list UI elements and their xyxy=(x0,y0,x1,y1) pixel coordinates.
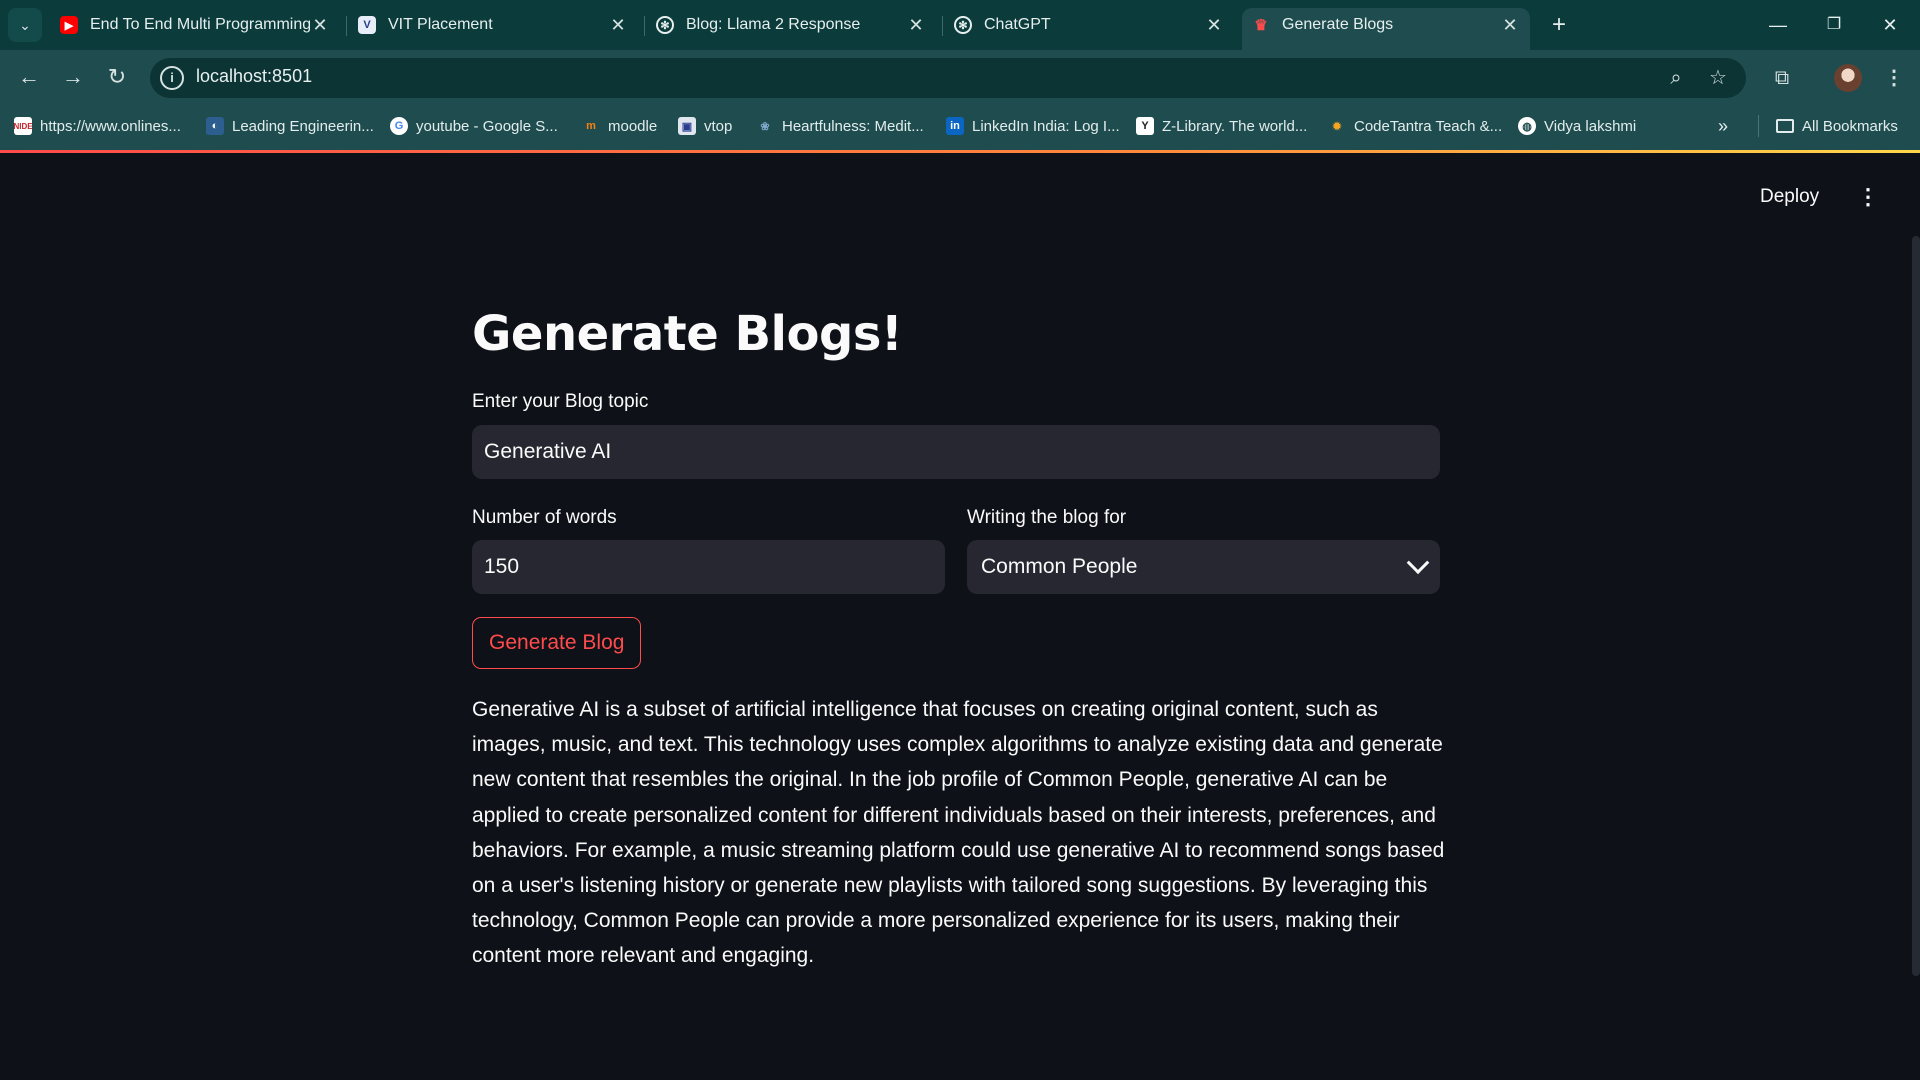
bookmark-label: youtube - Google S... xyxy=(416,117,558,135)
words-label: Number of words xyxy=(472,507,617,528)
audience-label: Writing the blog for xyxy=(967,507,1127,528)
bookmark-label: All Bookmarks xyxy=(1802,117,1898,135)
tab-title: VIT Placement xyxy=(388,16,493,33)
bookmark-item[interactable]: ✹ CodeTantra Teach &... xyxy=(1328,114,1502,138)
tab-title: End To End Multi Programming xyxy=(90,16,310,33)
deploy-button[interactable]: Deploy xyxy=(1760,186,1819,208)
more-bookmarks-icon[interactable]: » xyxy=(1718,114,1728,138)
audience-value: Common People xyxy=(981,555,1138,578)
site-icon: ◐ xyxy=(206,117,224,135)
restore-button[interactable]: ❐ xyxy=(1814,10,1854,40)
moodle-icon: m xyxy=(586,120,596,132)
chatgpt-icon: ✻ xyxy=(954,16,972,34)
close-icon[interactable]: ✕ xyxy=(906,15,926,36)
words-input[interactable]: 150 xyxy=(472,540,945,594)
new-tab-button[interactable]: + xyxy=(1544,10,1574,40)
youtube-icon: ▶ xyxy=(60,16,78,34)
tab-title: Blog: Llama 2 Response xyxy=(686,16,861,33)
linkedin-icon: in xyxy=(946,117,964,135)
close-icon[interactable]: ✕ xyxy=(310,15,330,36)
vtop-icon: ▣ xyxy=(678,117,696,135)
tab-chatgpt[interactable]: ✻ ChatGPT ✕ xyxy=(944,8,1234,42)
bookmark-label: https://www.onlines... xyxy=(40,117,181,135)
chatgpt-icon: ✻ xyxy=(656,16,674,34)
bookmark-item[interactable]: ◐ Leading Engineerin... xyxy=(206,114,374,138)
close-icon[interactable]: ✕ xyxy=(608,15,628,36)
topic-label: Enter your Blog topic xyxy=(472,391,649,412)
tab-divider xyxy=(346,16,347,36)
bookmark-label: Heartfulness: Medit... xyxy=(782,117,924,135)
forward-button[interactable]: → xyxy=(58,62,88,92)
tab-title: ChatGPT xyxy=(984,16,1051,33)
page-title: Generate Blogs! xyxy=(472,306,903,362)
audience-select[interactable]: Common People xyxy=(967,540,1440,594)
browser-menu-icon[interactable]: ⋮ xyxy=(1880,64,1908,92)
tab-search-button[interactable]: ⌄ xyxy=(8,8,42,42)
all-bookmarks[interactable]: All Bookmarks xyxy=(1776,114,1898,138)
bookmark-label: LinkedIn India: Log I... xyxy=(972,117,1120,135)
bookmark-label: moodle xyxy=(608,117,658,135)
profile-avatar[interactable] xyxy=(1834,64,1862,92)
bookmark-label: Vidya lakshmi xyxy=(1544,117,1637,135)
codetantra-icon: ✹ xyxy=(1332,120,1342,133)
generate-blog-button[interactable]: Generate Blog xyxy=(472,617,642,669)
tab-divider xyxy=(644,16,645,36)
close-window-button[interactable]: ✕ xyxy=(1870,10,1910,40)
site-icon: NIDE xyxy=(13,117,33,135)
tab-vit-placement[interactable]: V VIT Placement ✕ xyxy=(348,8,638,42)
tab-generate-blogs[interactable]: ♛ Generate Blogs ✕ xyxy=(1242,8,1530,50)
words-value: 150 xyxy=(484,555,520,578)
google-icon: G xyxy=(390,117,408,135)
bookmark-item[interactable]: ❀ Heartfulness: Medit... xyxy=(756,114,924,138)
bookmark-item[interactable]: ◍ Vidya lakshmi xyxy=(1518,114,1636,138)
tab-divider xyxy=(942,16,943,36)
streamlit-icon: ♛ xyxy=(1254,17,1268,34)
bookmarks-divider xyxy=(1758,115,1759,137)
bookmark-item[interactable]: NIDE https://www.onlines... xyxy=(13,114,181,138)
extensions-icon[interactable]: ⧉ xyxy=(1768,64,1796,92)
tab-blog-llama[interactable]: ✻ Blog: Llama 2 Response ✕ xyxy=(646,8,936,42)
star-icon[interactable]: ☆ xyxy=(1704,64,1732,92)
bookmark-label: Leading Engineerin... xyxy=(232,117,374,135)
bookmark-item[interactable]: Gyoutube - Google S... xyxy=(390,114,558,138)
tab-title: Generate Blogs xyxy=(1282,16,1394,33)
blog-output: Generative AI is a subset of artificial … xyxy=(472,698,1445,968)
main-menu-icon[interactable]: ⋮ xyxy=(1856,184,1880,214)
zlibrary-icon: Y xyxy=(1136,117,1154,135)
folder-icon xyxy=(1776,119,1794,133)
scrollbar[interactable] xyxy=(1912,236,1920,976)
bookmark-label: Z-Library. The world... xyxy=(1162,117,1308,135)
site-info-icon[interactable]: i xyxy=(160,66,184,90)
reload-button[interactable]: ↻ xyxy=(102,62,132,92)
topic-input[interactable]: Generative AI xyxy=(472,425,1440,479)
topic-value: Generative AI xyxy=(484,440,612,463)
close-icon[interactable]: ✕ xyxy=(1204,15,1224,36)
chevron-down-icon: ⌄ xyxy=(19,16,31,33)
heartfulness-icon: ❀ xyxy=(760,120,770,133)
chevron-down-icon xyxy=(1406,551,1430,575)
bookmark-label: vtop xyxy=(704,117,733,135)
bookmark-item[interactable]: Y Z-Library. The world... xyxy=(1136,114,1307,138)
bookmark-label: CodeTantra Teach &... xyxy=(1354,117,1503,135)
bookmark-item[interactable]: in LinkedIn India: Log I... xyxy=(946,114,1120,138)
vit-icon: V xyxy=(358,16,376,34)
bookmark-item[interactable]: m moodle xyxy=(582,114,657,138)
back-button[interactable]: ← xyxy=(14,62,44,92)
bookmark-item[interactable]: ▣ vtop xyxy=(678,114,732,138)
minimize-button[interactable]: — xyxy=(1758,10,1798,40)
globe-icon: ◍ xyxy=(1518,117,1536,135)
tab-youtube[interactable]: ▶ End To End Multi Programming ✕ xyxy=(50,8,340,42)
address-bar[interactable] xyxy=(150,58,1746,98)
zoom-icon[interactable]: ⌕ xyxy=(1662,64,1690,92)
close-icon[interactable]: ✕ xyxy=(1500,15,1520,36)
url-text[interactable]: localhost:8501 xyxy=(196,66,312,87)
